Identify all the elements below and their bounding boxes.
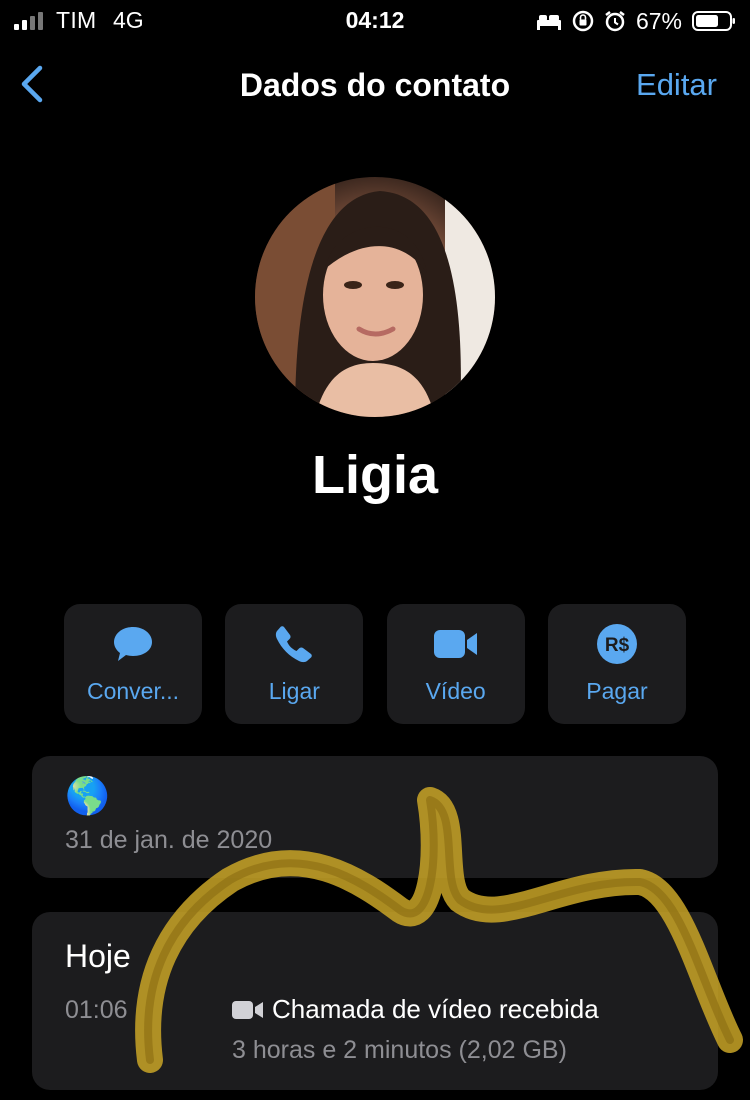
status-icons: 67% [536, 7, 736, 35]
about-card[interactable]: 🌎 31 de jan. de 2020 [32, 756, 718, 878]
alarm-icon [605, 11, 625, 32]
video-camera-icon [232, 1000, 263, 1019]
currency-symbol: R$ [605, 635, 630, 656]
bed-icon [536, 15, 561, 30]
avatar[interactable] [255, 177, 495, 417]
call-type-label: Chamada de vídeo recebida [272, 994, 599, 1024]
message-button-label: Conver... [86, 678, 180, 704]
status-bar: TIM 4G 04:12 67% [0, 0, 750, 42]
video-button-label: Vídeo [425, 678, 486, 704]
call-duration: 3 horas e 2 minutos (2,02 GB) [232, 1036, 567, 1064]
phone-icon [275, 624, 313, 664]
pay-button[interactable]: R$ Pagar [547, 604, 686, 724]
message-bubble-icon [112, 624, 154, 664]
avatar-photo [255, 177, 495, 417]
rotation-lock-icon [572, 10, 594, 32]
call-time: 01:06 [65, 996, 128, 1024]
message-button[interactable]: Conver... [64, 604, 202, 724]
about-date: 31 de jan. de 2020 [65, 826, 273, 854]
contact-name: Ligia [311, 445, 438, 505]
globe-icon: 🌎 [65, 775, 110, 816]
nav-bar: Dados do contato Editar [0, 52, 750, 116]
real-currency-icon: R$ [596, 624, 638, 664]
edit-button[interactable]: Editar [636, 67, 717, 103]
call-button-label: Ligar [268, 678, 320, 704]
call-button[interactable]: Ligar [225, 604, 364, 724]
call-type: Chamada de vídeo recebida [232, 994, 599, 1025]
battery-icon [692, 11, 735, 31]
action-buttons: Conver... Ligar Vídeo R$ Pagar [64, 604, 686, 724]
battery-percentage: 67% [635, 7, 682, 34]
video-button[interactable]: Vídeo [386, 604, 525, 724]
video-camera-icon [433, 624, 479, 664]
pay-button-label: Pagar [586, 678, 648, 704]
call-history-card: Hoje 01:06 Chamada de vídeo recebida 3 h… [32, 912, 718, 1090]
call-history-heading: Hoje [65, 938, 131, 974]
